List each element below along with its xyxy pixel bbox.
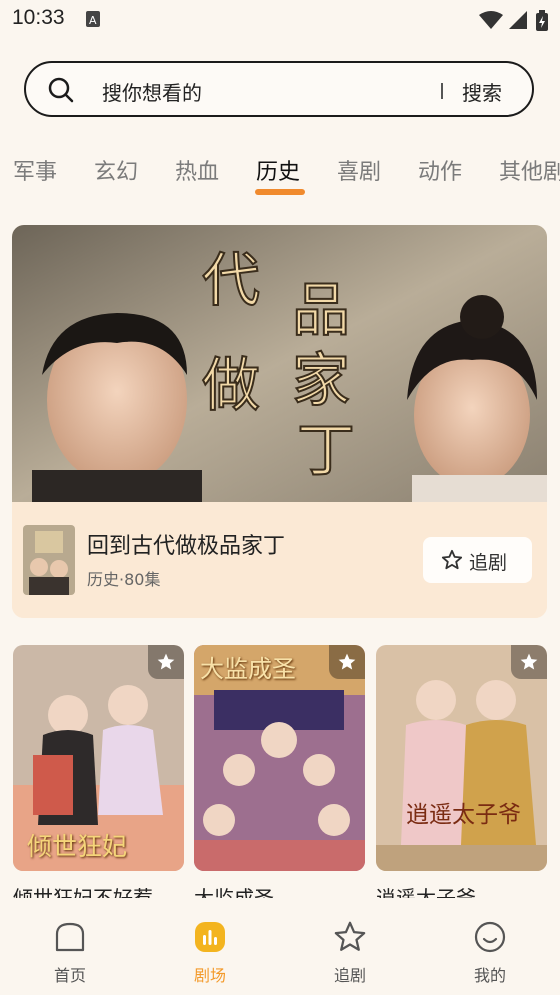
nav-profile-label: 我的 (473, 966, 506, 985)
svg-text:做: 做 (202, 351, 260, 419)
svg-text:A: A (89, 14, 97, 27)
bottom-nav: 首页 剧场 追剧 我的 (0, 898, 560, 995)
star-icon (157, 653, 175, 670)
status-time: 10:33 (12, 6, 65, 29)
wifi-icon (478, 10, 504, 34)
poster-title-text: 倾世狂妃 (27, 832, 128, 861)
drama-title[interactable]: 大监成圣 (194, 882, 274, 898)
nav-theater-label: 剧场 (193, 966, 226, 985)
drama-poster[interactable]: 倾世狂妃 (13, 645, 184, 871)
home-icon (55, 922, 85, 952)
tab-military[interactable]: 军事 (13, 154, 57, 186)
featured-info: 回到古代做极品家丁 历史·80集 追剧 (12, 502, 547, 618)
drama-poster[interactable]: 逍遥太子爷 (376, 645, 547, 871)
nav-follow-label: 追剧 (333, 966, 366, 985)
bookmark-badge[interactable] (148, 645, 184, 679)
tab-action[interactable]: 动作 (418, 154, 462, 186)
svg-text:丁: 丁 (297, 416, 355, 484)
battery-icon (535, 10, 549, 36)
drama-poster[interactable]: 大监成圣 (194, 645, 365, 871)
tab-comedy[interactable]: 喜剧 (337, 154, 381, 186)
follow-label: 追剧 (469, 552, 508, 574)
notification-icon: A (85, 10, 101, 32)
star-icon (338, 653, 356, 670)
search-button[interactable]: 搜索 (462, 77, 502, 106)
theater-icon (195, 922, 225, 952)
svg-text:家: 家 (292, 346, 350, 414)
card-titles-row: 倾世狂妃不好惹 大监成圣 逍遥太子爷 (0, 870, 560, 898)
featured-drama-card[interactable]: 代 做 品 家 丁 回到古代做极品家丁 历史·80集 追剧 (12, 225, 547, 618)
status-bar: 10:33 A (0, 0, 560, 40)
nav-home-label: 首页 (53, 966, 86, 985)
svg-text:品: 品 (292, 276, 350, 344)
active-tab-indicator (255, 189, 305, 195)
search-icon (48, 77, 74, 107)
featured-banner[interactable]: 代 做 品 家 丁 (12, 225, 547, 510)
tab-fantasy[interactable]: 玄幻 (94, 154, 138, 186)
profile-icon (474, 921, 506, 953)
drama-title[interactable]: 逍遥太子爷 (376, 882, 476, 898)
search-divider (441, 83, 443, 99)
tab-history[interactable]: 历史 (256, 154, 300, 186)
banner-calligraphy: 代 (202, 246, 260, 314)
tab-passion[interactable]: 热血 (175, 154, 219, 186)
follow-button[interactable]: 追剧 (423, 537, 532, 583)
featured-subtitle: 历史·80集 (87, 570, 161, 589)
star-icon (441, 549, 463, 575)
tab-other[interactable]: 其他剧 (499, 154, 560, 186)
star-icon (334, 921, 366, 951)
drama-title[interactable]: 倾世狂妃不好惹 (13, 882, 153, 898)
signal-icon (508, 10, 528, 34)
poster-title-text: 逍遥太子爷 (406, 802, 521, 828)
poster-title-text: 大监成圣 (200, 655, 296, 683)
star-icon (520, 653, 538, 670)
search-input[interactable]: 搜你想看的 (102, 77, 202, 106)
featured-title[interactable]: 回到古代做极品家丁 (87, 528, 285, 560)
bookmark-badge[interactable] (511, 645, 547, 679)
bookmark-badge[interactable] (329, 645, 365, 679)
search-bar[interactable]: 搜你想看的 搜索 (24, 61, 534, 117)
featured-thumbnail[interactable] (23, 525, 75, 595)
